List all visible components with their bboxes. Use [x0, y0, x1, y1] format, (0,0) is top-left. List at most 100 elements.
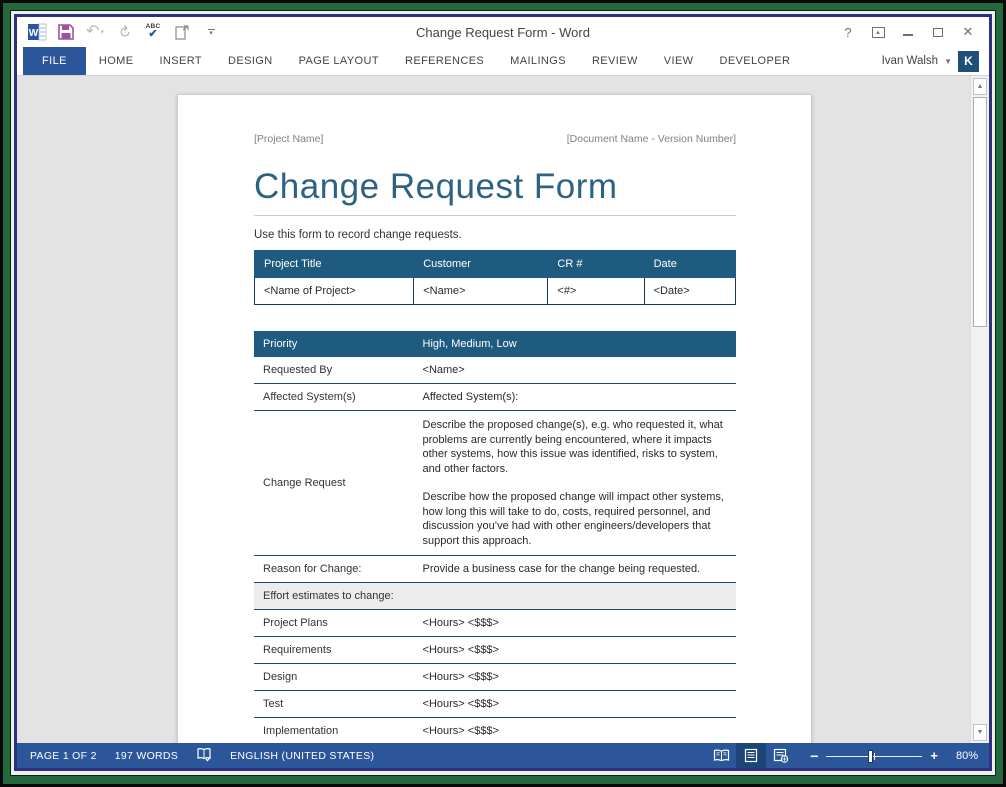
reason-label: Reason for Change: — [254, 556, 414, 583]
requirements-value[interactable]: <Hours> <$$$> — [414, 637, 736, 664]
implementation-label: Implementation — [254, 718, 414, 744]
document-arrow-icon[interactable] — [172, 21, 192, 43]
document-page[interactable]: [Project Name] [Document Name - Version … — [177, 94, 812, 743]
priority-value: High, Medium, Low — [414, 331, 736, 357]
change-request-value[interactable]: Describe the proposed change(s), e.g. wh… — [414, 411, 736, 556]
web-layout-icon[interactable] — [766, 743, 796, 768]
quick-access-toolbar: W ↶▾ ↻ ABC ✔ — [17, 17, 221, 47]
priority-row: Priority High, Medium, Low — [254, 331, 736, 357]
cell-customer-name[interactable]: <Name> — [414, 278, 548, 305]
design-label: Design — [254, 664, 414, 691]
tab-insert[interactable]: INSERT — [146, 47, 215, 75]
ribbon-tabs: FILE HOME INSERT DESIGN PAGE LAYOUT REFE… — [17, 47, 803, 75]
word-logo-icon[interactable]: W — [27, 21, 47, 43]
undo-icon[interactable]: ↶▾ — [85, 21, 105, 43]
design-row: Design <Hours> <$$$> — [254, 664, 736, 691]
save-floppy-svg — [58, 24, 74, 40]
requirements-label: Requirements — [254, 637, 414, 664]
cell-cr-number[interactable]: <#> — [548, 278, 644, 305]
proofing-status-icon[interactable] — [196, 747, 212, 765]
word-count[interactable]: 197 WORDS — [115, 750, 178, 762]
title-bar: W ↶▾ ↻ ABC ✔ — [17, 17, 989, 47]
tab-page-layout[interactable]: PAGE LAYOUT — [286, 47, 392, 75]
project-info-table: Project Title Customer CR # Date <Name o… — [254, 250, 736, 305]
ribbon-display-options-icon[interactable]: ▴ — [865, 21, 891, 43]
document-area: [Project Name] [Document Name - Version … — [17, 75, 989, 743]
project-plans-label: Project Plans — [254, 610, 414, 637]
qat-customize-dropdown-icon[interactable]: ▾ — [201, 21, 221, 43]
test-value[interactable]: <Hours> <$$$> — [414, 691, 736, 718]
avatar: K — [958, 51, 979, 72]
affected-systems-label: Affected System(s) — [254, 384, 414, 411]
zoom-slider-handle[interactable] — [868, 750, 873, 763]
status-bar: PAGE 1 OF 2 197 WORDS ENGLISH (UNITED ST… — [17, 743, 989, 768]
change-request-row: Change Request Describe the proposed cha… — [254, 411, 736, 556]
tab-developer[interactable]: DEVELOPER — [706, 47, 803, 75]
info-value-row: <Name of Project> <Name> <#> <Date> — [255, 278, 736, 305]
requested-by-row: Requested By <Name> — [254, 357, 736, 384]
zoom-slider[interactable] — [826, 749, 922, 763]
word-logo-svg: W — [28, 23, 47, 41]
implementation-value[interactable]: <Hours> <$$$> — [414, 718, 736, 744]
reason-value[interactable]: Provide a business case for the change b… — [414, 556, 736, 583]
ribbon-tab-row: FILE HOME INSERT DESIGN PAGE LAYOUT REFE… — [17, 47, 989, 75]
page-header: [Project Name] [Document Name - Version … — [254, 133, 736, 145]
affected-systems-value[interactable]: Affected System(s): — [414, 384, 736, 411]
test-row: Test <Hours> <$$$> — [254, 691, 736, 718]
tab-file[interactable]: FILE — [23, 47, 86, 75]
cell-date[interactable]: <Date> — [644, 278, 735, 305]
test-label: Test — [254, 691, 414, 718]
minimize-button[interactable] — [895, 21, 921, 43]
effort-section-label: Effort estimates to change: — [254, 583, 736, 610]
close-button[interactable]: ✕ — [955, 21, 981, 43]
tab-mailings[interactable]: MAILINGS — [497, 47, 579, 75]
requirements-row: Requirements <Hours> <$$$> — [254, 637, 736, 664]
scroll-up-icon[interactable]: ▲ — [973, 78, 987, 95]
save-icon[interactable] — [56, 21, 76, 43]
tab-review[interactable]: REVIEW — [579, 47, 651, 75]
project-plans-row: Project Plans <Hours> <$$$> — [254, 610, 736, 637]
requested-by-value[interactable]: <Name> — [414, 357, 736, 384]
scrollbar-thumb[interactable] — [973, 97, 987, 327]
tab-home[interactable]: HOME — [86, 47, 147, 75]
requested-by-label: Requested By — [254, 357, 414, 384]
tab-references[interactable]: REFERENCES — [392, 47, 497, 75]
svg-text:W: W — [28, 28, 38, 39]
read-mode-icon[interactable] — [706, 743, 736, 768]
info-header-row: Project Title Customer CR # Date — [255, 251, 736, 278]
help-icon[interactable]: ? — [835, 21, 861, 43]
header-project-name: [Project Name] — [254, 133, 323, 145]
redo-icon[interactable]: ↻ — [114, 21, 134, 43]
tab-design[interactable]: DESIGN — [215, 47, 286, 75]
cell-project-name[interactable]: <Name of Project> — [255, 278, 414, 305]
vertical-scrollbar[interactable]: ▲ ▼ — [970, 76, 989, 743]
scroll-down-icon[interactable]: ▼ — [973, 724, 987, 741]
maximize-button[interactable] — [925, 21, 951, 43]
zoom-out-button[interactable]: − — [810, 748, 818, 764]
page-indicator[interactable]: PAGE 1 OF 2 — [30, 750, 97, 762]
change-request-paragraph-2: Describe how the proposed change will im… — [423, 490, 727, 548]
language-indicator[interactable]: ENGLISH (UNITED STATES) — [230, 750, 374, 762]
design-value[interactable]: <Hours> <$$$> — [414, 664, 736, 691]
account-area[interactable]: Ivan Walsh ▼ K — [882, 47, 989, 75]
zoom-level[interactable]: 80% — [950, 750, 978, 762]
chevron-down-icon: ▼ — [944, 57, 952, 66]
col-date: Date — [644, 251, 735, 278]
spelling-grammar-icon[interactable]: ABC ✔ — [143, 21, 163, 43]
implementation-row: Implementation <Hours> <$$$> — [254, 718, 736, 744]
user-name: Ivan Walsh — [882, 55, 938, 67]
project-plans-value[interactable]: <Hours> <$$$> — [414, 610, 736, 637]
zoom-in-button[interactable]: + — [930, 748, 938, 763]
window-controls: ? ▴ ✕ — [835, 21, 989, 43]
header-doc-version: [Document Name - Version Number] — [567, 133, 736, 145]
col-cr-number: CR # — [548, 251, 644, 278]
print-layout-icon[interactable] — [736, 743, 766, 768]
change-request-paragraph-1: Describe the proposed change(s), e.g. wh… — [423, 418, 727, 476]
col-project-title: Project Title — [255, 251, 414, 278]
effort-section-row: Effort estimates to change: — [254, 583, 736, 610]
reason-row: Reason for Change: Provide a business ca… — [254, 556, 736, 583]
change-detail-table: Priority High, Medium, Low Requested By … — [254, 331, 736, 743]
col-customer: Customer — [414, 251, 548, 278]
intro-text: Use this form to record change requests. — [254, 229, 736, 241]
tab-view[interactable]: VIEW — [651, 47, 707, 75]
